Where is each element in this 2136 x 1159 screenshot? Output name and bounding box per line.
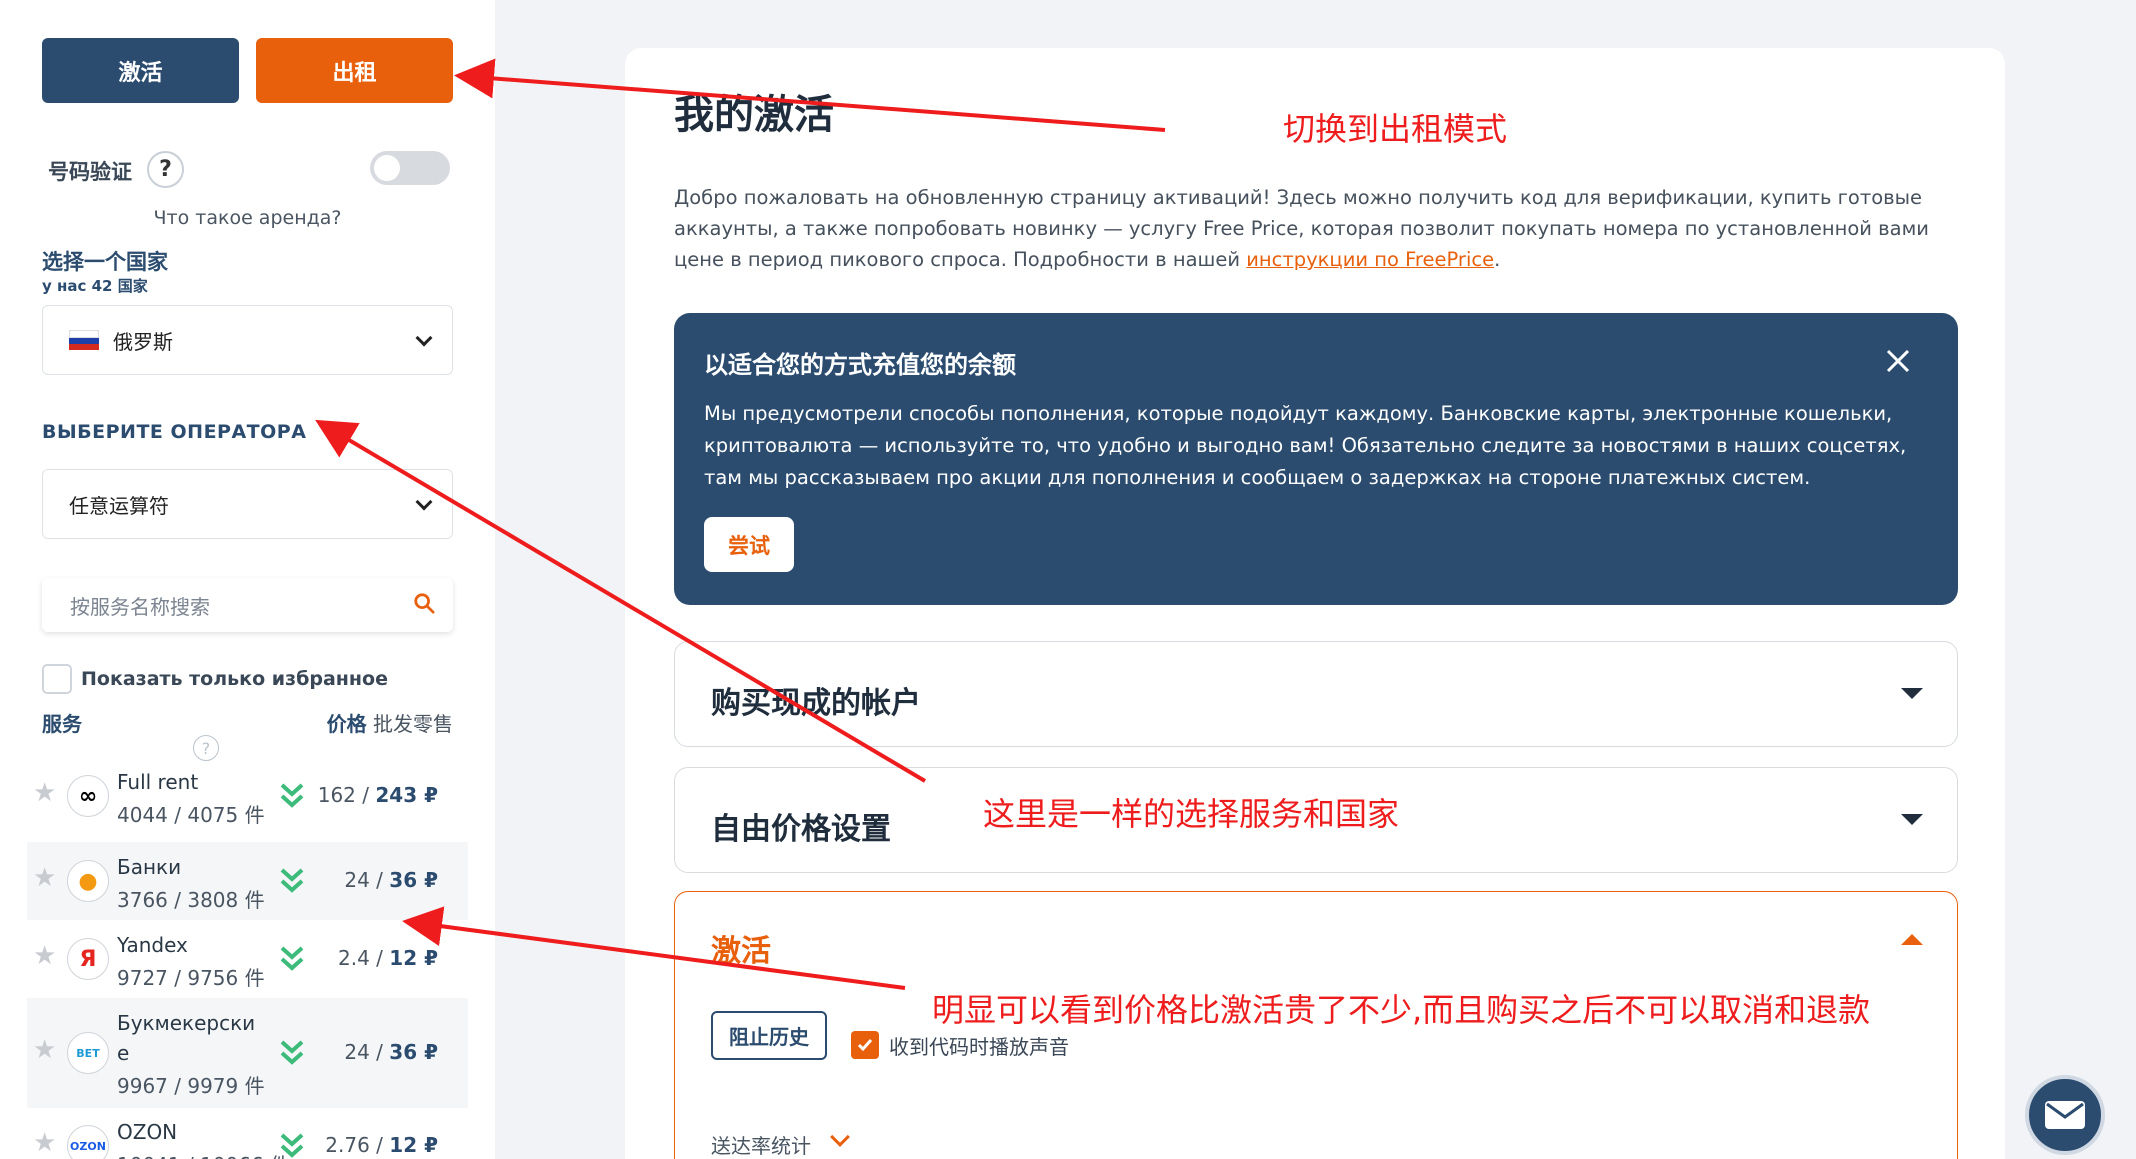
mail-chat-button[interactable] — [2025, 1075, 2105, 1155]
chevron-down-icon — [830, 1127, 850, 1147]
favorites-label: Показать только избранное — [81, 668, 388, 690]
service-column-header: 服务 — [42, 712, 82, 736]
search-icon[interactable] — [413, 592, 435, 614]
wholesale-price: 24 — [344, 1040, 370, 1064]
wholesale-price: 162 — [317, 783, 356, 807]
service-search-input[interactable]: 按服务名称搜索 — [42, 578, 453, 632]
double-chevron-down-icon[interactable] — [277, 866, 307, 896]
chevron-down-icon — [415, 329, 433, 347]
service-logo-icon: Я — [67, 938, 109, 980]
double-chevron-down-icon[interactable] — [277, 1038, 307, 1068]
service-logo-icon: OZON — [67, 1125, 109, 1159]
help-icon[interactable]: ? — [147, 151, 184, 188]
block-history-button[interactable]: 阻止历史 — [711, 1011, 827, 1060]
double-chevron-down-icon[interactable] — [277, 781, 307, 811]
promo-title: 以适合您的方式充值您的余额 — [704, 351, 1016, 379]
what-is-rent-link[interactable]: Что такое аренда? — [0, 207, 495, 229]
price-column-header: 价格 批发零售 — [327, 708, 453, 737]
service-count: 4044 / 4075 件 — [117, 803, 265, 827]
sound-checkbox[interactable] — [851, 1031, 879, 1059]
double-chevron-down-icon[interactable] — [277, 944, 307, 974]
accordion-title: 购买现成的帐户 — [711, 686, 921, 721]
service-name: Full rent — [117, 770, 199, 794]
check-icon — [857, 1039, 873, 1052]
promo-text: Мы предусмотрели способы пополнения, кот… — [704, 402, 1907, 489]
freeprice-instructions-link[interactable]: инструкции по FreePrice — [1246, 248, 1494, 271]
delivery-stats-toggle[interactable]: 送达率统计 — [711, 1130, 811, 1159]
number-verify-label: 号码验证 — [48, 160, 132, 184]
close-icon[interactable] — [1884, 347, 1912, 375]
wholesale-price: 24 — [344, 868, 370, 892]
accordion-title: 激活 — [711, 934, 771, 969]
service-name: Банки — [117, 855, 182, 879]
annotation-same-selection: 这里是一样的选择服务和国家 — [983, 795, 1400, 833]
service-row[interactable]: ★ OZON OZON 10041 / 10066 件 2.76 / 12 ₽ — [27, 1107, 468, 1159]
service-logo-icon: ● — [67, 860, 109, 902]
service-name: Yandex — [117, 933, 188, 957]
mail-icon — [2045, 1101, 2085, 1129]
chevron-down-icon — [415, 493, 433, 511]
service-count: 3766 / 3808 件 — [117, 888, 265, 912]
service-price: 2.76 / 12 ₽ — [325, 1133, 438, 1157]
sidebar: 激活 出租 号码验证 ? Что такое аренда? 选择一个国家 у … — [0, 0, 495, 1159]
service-name: OZON — [117, 1120, 178, 1144]
star-icon[interactable]: ★ — [33, 1035, 56, 1065]
intro-end: . — [1494, 248, 1501, 271]
caret-up-icon — [1901, 934, 1923, 945]
caret-down-icon — [1901, 688, 1923, 699]
country-value: 俄罗斯 — [113, 329, 173, 354]
double-chevron-down-icon[interactable] — [277, 1131, 307, 1159]
wholesale-price: 2.4 — [338, 946, 370, 970]
search-placeholder: 按服务名称搜索 — [70, 594, 210, 619]
star-icon[interactable]: ★ — [33, 778, 56, 808]
service-count: 9967 / 9979 件 — [117, 1074, 265, 1098]
service-count: 9727 / 9756 件 — [117, 966, 265, 990]
retail-price: 12 ₽ — [389, 1133, 438, 1157]
accordion-title: 自由价格设置 — [711, 812, 891, 847]
favorites-checkbox[interactable] — [42, 664, 72, 694]
price-label: 价格 — [326, 712, 367, 736]
annotation-price-note: 明显可以看到价格比激活贵了不少,而且购买之后不可以取消和退款 — [932, 991, 1871, 1029]
promo-try-button[interactable]: 尝试 — [704, 517, 794, 572]
accordion-buy-accounts[interactable]: 购买现成的帐户 — [674, 641, 1958, 747]
retail-price: 36 ₽ — [389, 868, 438, 892]
toggle-knob — [374, 155, 400, 181]
intro-text: Добро пожаловать на обновленную страницу… — [674, 182, 1954, 275]
service-logo-icon: ∞ — [67, 775, 109, 817]
wholesale-price: 2.76 — [325, 1133, 370, 1157]
russia-flag-icon — [69, 330, 99, 350]
service-price: 2.4 / 12 ₽ — [338, 946, 438, 970]
service-row[interactable]: ★ ● Банки 3766 / 3808 件 24 / 36 ₽ — [27, 842, 468, 920]
operator-select[interactable]: 任意运算符 — [42, 469, 453, 539]
activate-mode-button[interactable]: 激活 — [42, 38, 239, 103]
service-name: Букмекерски е — [117, 1011, 256, 1065]
service-row[interactable]: ★ BET Букмекерски е 9967 / 9979 件 24 / 36 ₽ — [27, 998, 468, 1108]
operator-title: ВЫБЕРИТЕ ОПЕРАТОРА — [42, 421, 307, 443]
topup-promo-banner: 以适合您的方式充值您的余额 Мы предусмотрели способы п… — [674, 313, 1958, 605]
service-price: 24 / 36 ₽ — [344, 868, 438, 892]
country-title: 选择一个国家 — [42, 250, 168, 274]
service-price: 24 / 36 ₽ — [344, 1040, 438, 1064]
rent-mode-button[interactable]: 出租 — [256, 38, 453, 103]
service-logo-icon: BET — [67, 1032, 109, 1074]
country-select[interactable]: 俄罗斯 — [42, 305, 453, 375]
star-icon[interactable]: ★ — [33, 941, 56, 971]
service-row[interactable]: ★ ∞ Full rent 4044 / 4075 件 162 / 243 ₽ — [27, 757, 468, 835]
star-icon[interactable]: ★ — [33, 863, 56, 893]
operator-value: 任意运算符 — [69, 493, 169, 518]
service-price: 162 / 243 ₽ — [317, 783, 438, 807]
country-count: у нас 42 国家 — [42, 277, 148, 295]
annotation-switch-rent: 切换到出租模式 — [1283, 110, 1508, 148]
service-row[interactable]: ★ Я Yandex 9727 / 9756 件 2.4 / 12 ₽ — [27, 920, 468, 998]
star-icon[interactable]: ★ — [33, 1128, 56, 1158]
sound-label: 收到代码时播放声音 — [889, 1035, 1069, 1059]
price-modes[interactable]: 批发零售 — [373, 712, 453, 736]
retail-price: 12 ₽ — [389, 946, 438, 970]
retail-price: 36 ₽ — [389, 1040, 438, 1064]
service-count: 10041 / 10066 件 — [117, 1149, 290, 1159]
number-verify-toggle[interactable] — [370, 151, 450, 185]
page-title: 我的激活 — [674, 92, 834, 138]
retail-price: 243 ₽ — [375, 783, 438, 807]
caret-down-icon — [1901, 814, 1923, 825]
